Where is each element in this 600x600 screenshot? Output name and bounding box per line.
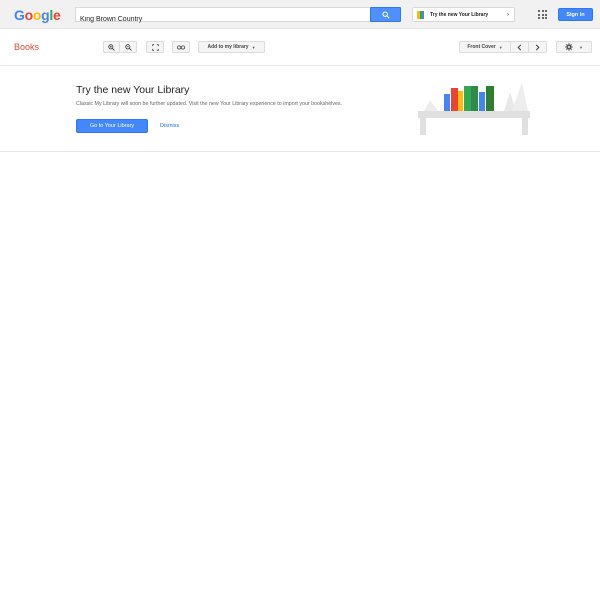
fullscreen-button[interactable] bbox=[146, 41, 164, 53]
google-logo[interactable]: Google bbox=[14, 7, 61, 23]
promo-description: Classic My Library will soon be further … bbox=[76, 101, 343, 107]
caret-down-icon: ▼ bbox=[579, 44, 583, 50]
library-promo-panel: Try the new Your Library Classic My Libr… bbox=[0, 66, 600, 152]
link-icon bbox=[177, 45, 185, 49]
link-button[interactable] bbox=[172, 41, 190, 53]
gear-icon bbox=[565, 43, 573, 51]
caret-down-icon: ▼ bbox=[498, 44, 503, 50]
zoom-in-icon bbox=[108, 43, 115, 51]
caret-down-icon: ▼ bbox=[251, 44, 256, 50]
front-cover-dropdown[interactable]: Front Cover ▼ bbox=[459, 41, 511, 53]
zoom-in-button[interactable] bbox=[103, 41, 120, 53]
next-page-button[interactable] bbox=[529, 41, 547, 53]
zoom-out-icon bbox=[124, 43, 132, 51]
sign-in-button[interactable]: Sign in bbox=[558, 8, 593, 21]
top-bar: Google Try the new Your Library › Sign i… bbox=[0, 0, 600, 29]
try-new-library-label: Try the new Your Library bbox=[430, 11, 489, 18]
try-new-library-button[interactable]: Try the new Your Library › bbox=[412, 7, 515, 22]
logo-letter: o bbox=[32, 7, 42, 23]
add-to-library-label: Add to my library bbox=[207, 44, 249, 50]
settings-button[interactable]: ▼ bbox=[556, 41, 592, 53]
chevron-right-icon bbox=[535, 44, 540, 50]
promo-title: Try the new Your Library bbox=[76, 84, 190, 96]
logo-letter: o bbox=[24, 7, 34, 23]
chevron-right-icon: › bbox=[507, 11, 509, 18]
book-icon bbox=[417, 10, 424, 19]
apps-grid-icon[interactable] bbox=[538, 10, 547, 19]
search-input[interactable] bbox=[76, 13, 371, 26]
logo-letter: g bbox=[41, 7, 50, 23]
books-section-title[interactable]: Books bbox=[14, 42, 39, 52]
bookshelf-illustration bbox=[418, 82, 530, 135]
search-box bbox=[75, 7, 371, 26]
fullscreen-icon bbox=[151, 43, 159, 51]
search-button[interactable] bbox=[370, 7, 401, 22]
front-cover-label: Front Cover bbox=[467, 44, 496, 50]
go-to-library-button[interactable]: Go to Your Library bbox=[76, 119, 148, 133]
chevron-left-icon bbox=[517, 44, 522, 50]
books-toolbar: Books Add to my library ▼ Front Cover ▼ bbox=[0, 29, 600, 66]
logo-letter: e bbox=[52, 7, 61, 23]
previous-page-button[interactable] bbox=[511, 41, 529, 53]
zoom-out-button[interactable] bbox=[120, 41, 137, 53]
add-to-library-button[interactable]: Add to my library ▼ bbox=[198, 41, 265, 53]
search-icon bbox=[381, 10, 390, 19]
dismiss-link[interactable]: Dismiss bbox=[160, 123, 179, 129]
logo-letter: G bbox=[14, 7, 25, 23]
